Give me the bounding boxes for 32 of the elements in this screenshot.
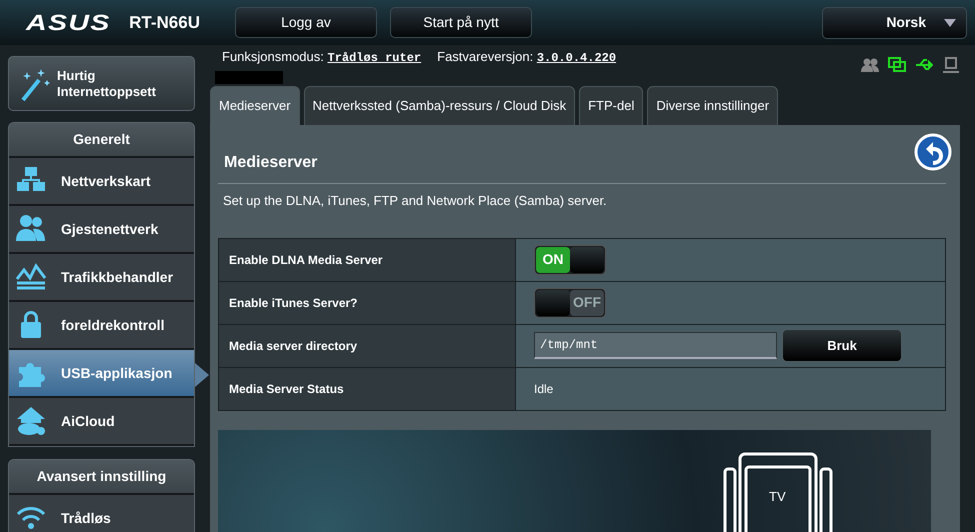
firmware-link[interactable]: 3.0.0.4.220 xyxy=(536,51,616,65)
caret-icon xyxy=(944,18,956,26)
back-icon[interactable] xyxy=(914,133,952,171)
redacted-block xyxy=(215,71,283,84)
setting-label: Enable iTunes Server? xyxy=(218,281,516,324)
cloud-house-icon xyxy=(15,405,47,437)
sidebar-heading: Generelt xyxy=(9,123,194,158)
setting-label: Media server directory xyxy=(218,324,516,367)
language-dropdown[interactable]: Norsk xyxy=(822,6,967,38)
header-button[interactable]: Start på nytt xyxy=(390,7,532,38)
setting-label: Media Server Status xyxy=(218,367,516,410)
quick-setup-button[interactable]: Hurtig Internettoppsett xyxy=(8,56,195,111)
mode-label: Funksjonsmodus: xyxy=(222,49,325,64)
tab[interactable]: Medieserver xyxy=(210,86,300,125)
apply-button[interactable]: Bruk xyxy=(782,329,902,362)
status-value: Idle xyxy=(534,382,554,396)
logo-text: ASUS xyxy=(26,9,111,37)
header-button[interactable]: Logg av xyxy=(235,7,377,38)
setting-label: Enable DLNA Media Server xyxy=(218,238,516,281)
mode-link[interactable]: Trådløs ruter xyxy=(328,51,422,65)
tv-label: TV xyxy=(769,488,786,506)
tab[interactable]: FTP-del xyxy=(579,86,644,125)
panel-description: Set up the DLNA, iTunes, FTP and Network Place (Samba) server. xyxy=(222,192,608,210)
sidebar-heading: Avansert innstilling xyxy=(9,460,194,495)
language-value: Norsk xyxy=(886,13,926,32)
directory-field[interactable]: /tmp/mnt xyxy=(534,332,777,359)
tab[interactable]: Diverse innstillinger xyxy=(647,86,778,125)
toggle-switch[interactable]: OFF xyxy=(534,288,606,318)
tab[interactable]: Nettverkssted (Samba)-ressurs / Cloud Disk xyxy=(304,86,576,125)
firmware-label: Fastvareversjon: xyxy=(437,49,534,64)
sidebar-item[interactable]: USB-applikasjon xyxy=(9,350,194,398)
model-name: RT-N66U xyxy=(129,12,200,34)
